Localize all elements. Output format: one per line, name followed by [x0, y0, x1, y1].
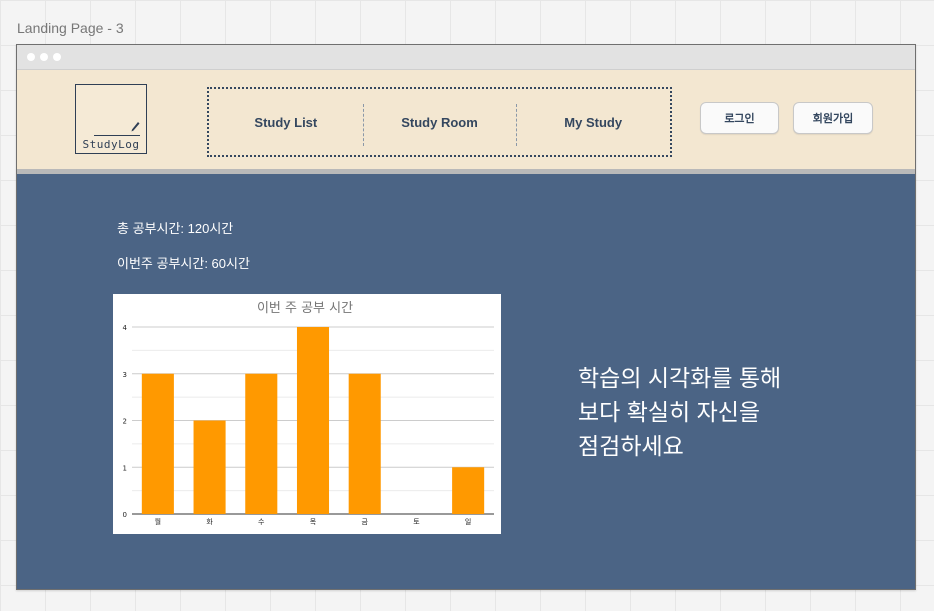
- logo-underline: [94, 135, 140, 136]
- site-header: StudyLog Study List Study Room My Study …: [17, 70, 915, 174]
- login-button[interactable]: 로그인: [700, 102, 779, 134]
- chart-bar: [296, 327, 330, 514]
- tagline-line-2: 보다 확실히 자신을: [578, 399, 761, 425]
- chart-x-tick-label: 금: [361, 518, 368, 526]
- chart-bar: [193, 420, 226, 514]
- chart-x-tick-label: 월: [155, 517, 161, 526]
- pen-icon: [131, 122, 140, 132]
- tagline: 학습의 시각화를 통해 보다 확실히 자신을 점검하세요: [578, 361, 878, 463]
- chart-title: 이번 주 공부 시간: [257, 301, 353, 316]
- signup-button[interactable]: 회원가입: [793, 102, 873, 134]
- chart-x-tick-label: 화: [206, 518, 213, 526]
- window-dot-icon: [27, 53, 35, 61]
- chart-bar: [141, 373, 174, 514]
- browser-window: StudyLog Study List Study Room My Study …: [16, 44, 916, 590]
- logo[interactable]: StudyLog: [75, 84, 147, 154]
- chart-bar: [348, 373, 381, 514]
- total-study-time: 총 공부시간: 120시간: [117, 221, 234, 236]
- weekly-study-time: 이번주 공부시간: 60시간: [117, 256, 250, 271]
- chart-svg: 이번 주 공부 시간 0 1 2 3 4 월 화 수 목 금 토 일: [123, 301, 494, 526]
- nav-my-study[interactable]: My Study: [516, 103, 670, 146]
- main-nav: Study List Study Room My Study: [207, 87, 672, 157]
- chart-bar: [245, 373, 278, 514]
- chart-x-tick-label: 수: [258, 518, 265, 526]
- chart-y-tick-label: 1: [123, 464, 127, 472]
- nav-study-list[interactable]: Study List: [209, 115, 363, 130]
- frame-title: Landing Page - 3: [17, 20, 124, 36]
- chart-x-tick-label: 목: [310, 518, 317, 526]
- chart-x-tick-label: 토: [413, 518, 420, 526]
- window-dot-icon: [53, 53, 61, 61]
- window-titlebar: [17, 45, 915, 70]
- chart-y-tick-label: 4: [123, 324, 128, 332]
- chart-y-tick-label: 2: [123, 418, 127, 426]
- nav-study-room[interactable]: Study Room: [362, 103, 517, 146]
- tagline-line-1: 학습의 시각화를 통해: [578, 365, 782, 391]
- chart-y-tick-label: 3: [123, 371, 127, 379]
- tagline-line-3: 점검하세요: [578, 433, 684, 459]
- weekly-study-chart: 이번 주 공부 시간 0 1 2 3 4 월 화 수 목 금 토 일: [113, 294, 501, 534]
- chart-y-tick-label: 0: [123, 511, 127, 519]
- chart-bar: [452, 467, 485, 514]
- logo-text: StudyLog: [82, 138, 140, 151]
- window-dot-icon: [40, 53, 48, 61]
- chart-x-tick-label: 일: [465, 517, 471, 526]
